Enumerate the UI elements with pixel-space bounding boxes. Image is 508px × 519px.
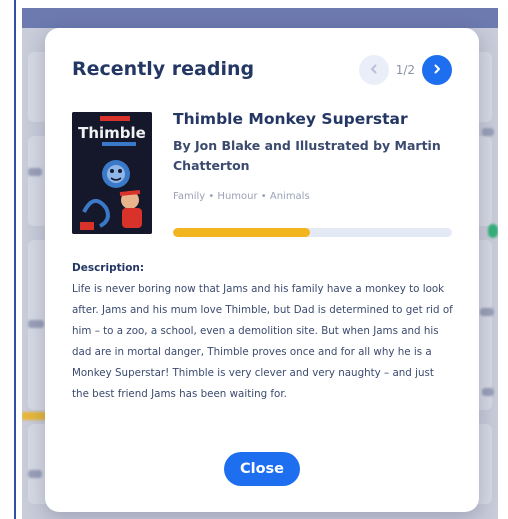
background-line: [28, 470, 42, 478]
chevron-right-icon: [431, 63, 443, 78]
background-line: [482, 128, 494, 136]
background-line: [480, 308, 494, 316]
description-label: Description:: [72, 262, 145, 274]
book-tags: Family • Humour • Animals: [173, 191, 310, 202]
book-author: By Jon Blake and Illustrated by Martin C…: [173, 138, 441, 173]
cover-title: Thimble: [78, 124, 146, 142]
background-line: [28, 320, 44, 328]
reading-progress-bar: [173, 228, 452, 237]
pager: 1/2: [358, 55, 452, 85]
page-divider: [14, 0, 16, 519]
pager-count: 1/2: [395, 63, 415, 77]
background-header: [22, 8, 498, 28]
close-button[interactable]: Close: [224, 452, 300, 486]
description-text: Life is never boring now that Jams and h…: [72, 283, 453, 400]
book-cover: Thimble: [72, 112, 152, 234]
book-title: Thimble Monkey Superstar: [173, 110, 408, 128]
reading-progress-fill: [173, 228, 310, 237]
modal-title: Recently reading: [72, 58, 255, 80]
background-line: [482, 388, 494, 396]
background-line: [28, 168, 42, 176]
next-button[interactable]: [422, 55, 452, 85]
background-accent: [488, 224, 498, 238]
recently-reading-modal: Recently reading 1/2 Thimble Thimble Mon…: [45, 28, 479, 512]
previous-button[interactable]: [358, 55, 389, 85]
chevron-left-icon: [368, 63, 380, 78]
